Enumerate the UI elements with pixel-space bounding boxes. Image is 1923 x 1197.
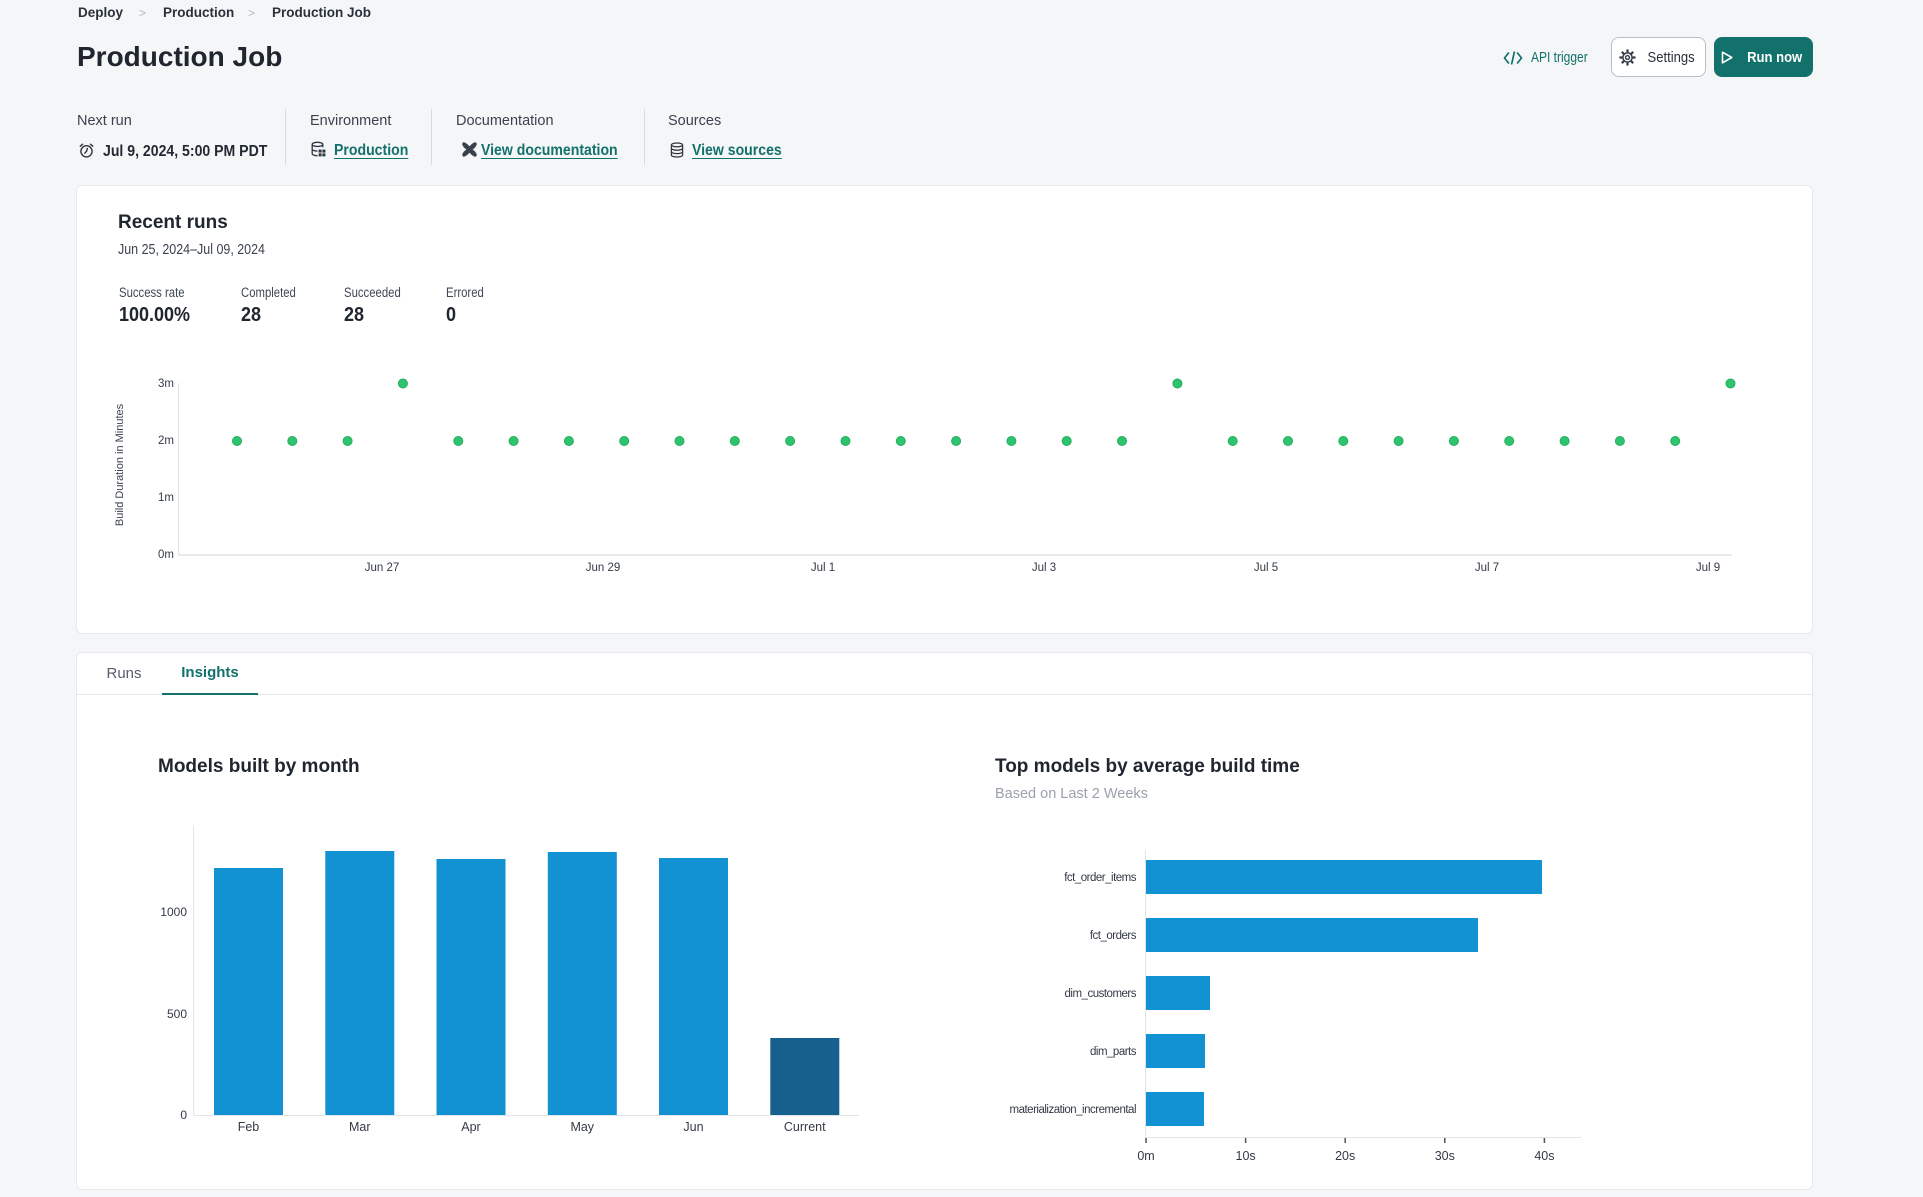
- svg-text:fct_orders: fct_orders: [1090, 930, 1137, 942]
- svg-text:0m: 0m: [1137, 1149, 1154, 1163]
- svg-text:1000: 1000: [160, 905, 187, 919]
- svg-text:500: 500: [167, 1007, 187, 1021]
- svg-text:20s: 20s: [1335, 1149, 1355, 1163]
- svg-text:Jul 1: Jul 1: [811, 562, 835, 574]
- svg-text:fct_order_items: fct_order_items: [1064, 872, 1137, 884]
- svg-text:materialization_incremental: materialization_incremental: [1010, 1104, 1136, 1116]
- svg-text:Mar: Mar: [349, 1120, 371, 1134]
- svg-text:Jun: Jun: [683, 1120, 703, 1134]
- svg-text:1m: 1m: [158, 492, 174, 504]
- svg-text:0: 0: [180, 1108, 187, 1122]
- svg-text:3m: 3m: [158, 378, 174, 390]
- svg-text:10s: 10s: [1236, 1149, 1256, 1163]
- svg-text:Jul 3: Jul 3: [1032, 562, 1056, 574]
- svg-text:30s: 30s: [1435, 1149, 1455, 1163]
- svg-text:2m: 2m: [158, 435, 174, 447]
- svg-text:0m: 0m: [158, 549, 174, 561]
- svg-text:Jul 5: Jul 5: [1254, 562, 1278, 574]
- svg-text:dim_parts: dim_parts: [1090, 1046, 1137, 1058]
- svg-text:Jul 9: Jul 9: [1696, 562, 1720, 574]
- svg-text:May: May: [570, 1120, 594, 1134]
- svg-text:Jul 7: Jul 7: [1475, 562, 1499, 574]
- svg-text:Feb: Feb: [238, 1120, 260, 1134]
- svg-text:dim_customers: dim_customers: [1065, 988, 1137, 1000]
- svg-text:Apr: Apr: [461, 1120, 480, 1134]
- svg-text:Jun 27: Jun 27: [365, 562, 400, 574]
- svg-text:40s: 40s: [1534, 1149, 1554, 1163]
- svg-text:Jun 29: Jun 29: [586, 562, 621, 574]
- svg-text:Current: Current: [784, 1120, 826, 1134]
- svg-text:Build Duration in Minutes: Build Duration in Minutes: [114, 403, 126, 526]
